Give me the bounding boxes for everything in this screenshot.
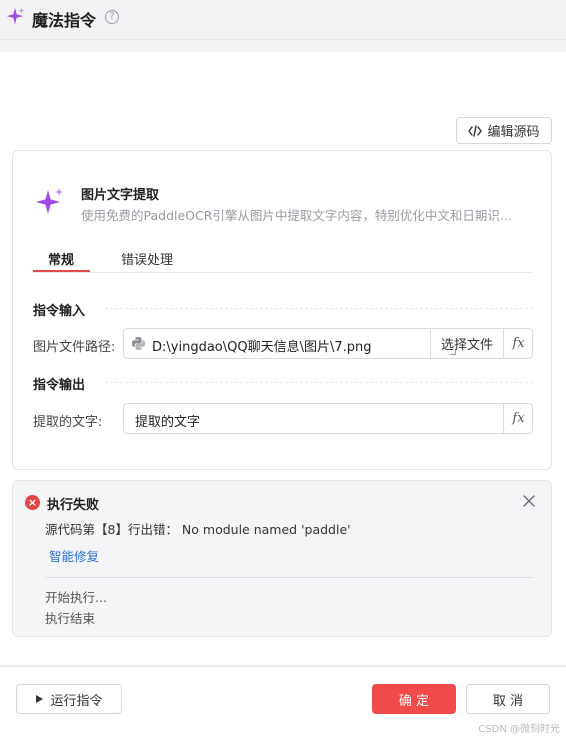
footer: 运行指令 确 定 取 消 CSDN @微刻时光 — [0, 666, 566, 737]
page-title: 魔法指令 — [32, 11, 97, 30]
sparkle-icon — [36, 188, 63, 214]
ok-button[interactable]: 确 定 — [372, 684, 456, 714]
run-command-label: 运行指令 — [50, 693, 103, 709]
extracted-text-label: 提取的文字: — [33, 415, 103, 430]
cancel-button[interactable]: 取 消 — [466, 684, 550, 714]
image-path-label: 图片文件路径: — [33, 340, 116, 355]
tab-error-handling[interactable]: 错误处理 — [121, 249, 173, 268]
command-card: 图片文字提取 使用免费的PaddleOCR引擎从图片中提取文字内容，特别优化中文… — [12, 150, 552, 470]
log-line: 执行结束 — [45, 611, 96, 626]
active-tab-indicator — [33, 270, 90, 272]
extracted-text-field: 提取的文字 fx — [123, 403, 533, 434]
run-command-button[interactable]: 运行指令 — [16, 684, 122, 714]
image-path-input[interactable]: D:\yingdao\QQ聊天信息\图片\7.png — [152, 336, 372, 355]
error-icon: × — [25, 495, 40, 510]
command-description: 使用免费的PaddleOCR引擎从图片中提取文字内容，特别优化中文和日期识... — [81, 208, 512, 223]
section-divider — [105, 308, 533, 309]
output-section-title: 指令输出 — [33, 378, 86, 393]
extracted-text-input[interactable]: 提取的文字 — [135, 411, 200, 430]
fx-button[interactable]: fx — [503, 329, 533, 358]
tab-general[interactable]: 常规 — [48, 249, 74, 268]
image-path-field: D:\yingdao\QQ聊天信息\图片\7.png 选择文件 fx — [123, 328, 533, 359]
smart-fix-link[interactable]: 智能修复 — [49, 546, 99, 565]
code-icon — [468, 124, 483, 137]
input-section-title: 指令输入 — [33, 304, 86, 319]
top-bar: 魔法指令 ? — [0, 0, 566, 40]
watermark: CSDN @微刻时光 — [478, 724, 560, 735]
tab-bar: 常规 错误处理 — [33, 245, 533, 273]
python-icon — [131, 336, 146, 351]
log-line: 开始执行... — [45, 590, 107, 605]
play-icon — [36, 695, 44, 703]
command-name: 图片文字提取 — [81, 188, 160, 203]
fx-button[interactable]: fx — [503, 404, 533, 433]
section-divider — [105, 382, 533, 383]
error-message: 源代码第【8】行出错： No module named 'paddle' — [45, 522, 351, 537]
help-icon[interactable]: ? — [105, 10, 119, 24]
choose-file-button[interactable]: 选择文件 — [430, 329, 503, 358]
edit-source-button[interactable]: 编辑源码 — [456, 117, 552, 144]
error-panel: × 执行失败 源代码第【8】行出错： No module named 'padd… — [12, 480, 552, 637]
error-title: 执行失败 — [47, 498, 100, 513]
close-icon[interactable] — [521, 493, 537, 509]
divider — [45, 577, 533, 578]
edit-source-label: 编辑源码 — [487, 125, 540, 140]
sparkle-icon — [6, 7, 25, 25]
